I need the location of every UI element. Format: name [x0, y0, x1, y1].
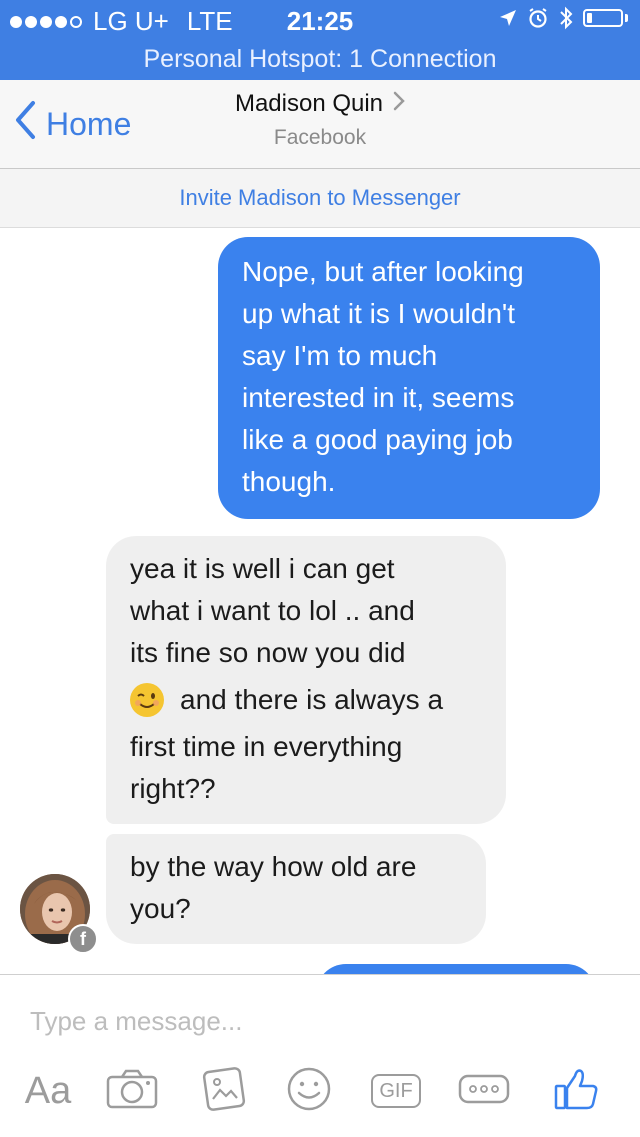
- text-mode-button[interactable]: Aa: [18, 1061, 78, 1121]
- message-line: though.: [242, 466, 336, 497]
- thumbs-up-icon: [553, 1066, 599, 1117]
- message-input[interactable]: Type a message...: [30, 999, 610, 1043]
- battery-level: [587, 13, 592, 23]
- like-button[interactable]: [546, 1061, 606, 1121]
- invite-to-messenger-link[interactable]: Invite Madison to Messenger: [0, 169, 640, 228]
- message-line: interested in it, seems: [242, 382, 515, 413]
- message-line: what i want to lol .. and: [130, 595, 415, 626]
- gif-icon: GIF: [371, 1074, 421, 1108]
- message-line: like a good paying job: [242, 424, 513, 455]
- incoming-message-bubble[interactable]: by the way how old are you?: [106, 834, 486, 944]
- bluetooth-icon: [559, 6, 573, 30]
- status-right: [489, 6, 628, 30]
- chevron-right-icon: [383, 90, 405, 118]
- facebook-badge-icon: f: [68, 924, 98, 954]
- message-line: right??: [130, 773, 216, 804]
- alarm-clock-icon: [527, 7, 549, 29]
- message-composer: Type a message... Aa GIF: [0, 974, 640, 1137]
- incoming-message-bubble[interactable]: yea it is well i can get what i want to …: [106, 536, 506, 824]
- winking-face-emoji-icon: [130, 683, 164, 717]
- personal-hotspot-banner[interactable]: Personal Hotspot: 1 Connection: [0, 40, 640, 80]
- location-arrow-icon: [499, 9, 517, 27]
- camera-icon: [106, 1069, 158, 1114]
- message-line: its fine so now you did: [130, 637, 406, 668]
- message-line: Nope, but after looking: [242, 256, 524, 287]
- photo-gallery-icon: [201, 1066, 247, 1116]
- camera-button[interactable]: [102, 1061, 162, 1121]
- outgoing-message-bubble[interactable]: Nope, but after looking up what it is I …: [218, 237, 600, 519]
- photo-gallery-button[interactable]: [194, 1061, 254, 1121]
- navigation-bar: Home Madison Quin Facebook: [0, 80, 640, 169]
- message-line: say I'm to much: [242, 340, 438, 371]
- conversation-header[interactable]: Madison Quin Facebook: [0, 90, 640, 150]
- message-line: by the way how old are: [130, 851, 417, 882]
- message-line: first time in everything: [130, 731, 403, 762]
- status-bar: LG U+ LTE 21:25: [0, 0, 640, 40]
- message-line-with-emoji: and there is always a: [130, 674, 488, 726]
- gif-label: GIF: [379, 1080, 413, 1102]
- message-line: up what it is I wouldn't: [242, 298, 516, 329]
- contact-source: Facebook: [273, 126, 367, 149]
- battery-icon: [583, 9, 628, 27]
- gif-button[interactable]: GIF: [368, 1061, 424, 1121]
- text-mode-label: Aa: [24, 1069, 72, 1112]
- smiley-icon: [286, 1066, 332, 1117]
- more-options-button[interactable]: [456, 1061, 512, 1121]
- composer-toolbar: Aa GIF: [0, 1061, 640, 1121]
- message-line: and there is always a: [180, 684, 444, 715]
- sticker-button[interactable]: [284, 1061, 334, 1121]
- message-line: yea it is well i can get: [130, 553, 395, 584]
- more-dots-icon: [458, 1074, 510, 1109]
- contact-name: Madison Quin: [234, 90, 384, 117]
- message-line: you?: [130, 893, 191, 924]
